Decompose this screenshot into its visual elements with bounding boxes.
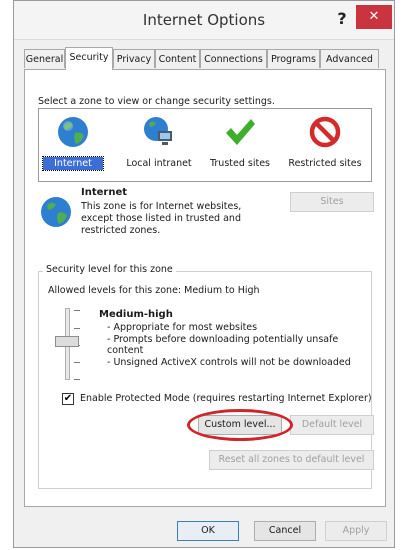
allowed-levels-text: Allowed levels for this zone: Medium to …: [48, 285, 260, 296]
protected-mode-label: Enable Protected Mode (requires restarti…: [80, 393, 372, 404]
slider-tick: [74, 379, 80, 380]
tab-content[interactable]: Content: [155, 49, 200, 68]
slider-tick: [74, 310, 80, 311]
cancel-button[interactable]: Cancel: [254, 521, 316, 541]
level-bullet: - Unsigned ActiveX controls will not be …: [107, 356, 351, 368]
custom-level-button[interactable]: Custom level...: [198, 415, 282, 435]
default-level-button[interactable]: Default level: [290, 415, 374, 435]
apply-button[interactable]: Apply: [325, 521, 387, 541]
globe-icon: [56, 115, 90, 149]
zone-local-intranet[interactable]: Local intranet: [121, 115, 197, 170]
tab-strip: General Security Privacy Content Connect…: [24, 47, 386, 70]
zone-label: Trusted sites: [209, 158, 270, 169]
tab-advanced[interactable]: Advanced: [320, 49, 379, 68]
zone-selector: Internet Local intranet Trusted sites Re…: [38, 108, 372, 182]
title-bar: Internet Options ? ✕: [14, 1, 394, 40]
protected-mode-checkbox[interactable]: ✔: [62, 393, 74, 405]
zone-restricted-sites[interactable]: Restricted sites: [283, 115, 367, 170]
tab-connections[interactable]: Connections: [200, 49, 267, 68]
slider-tick: [74, 328, 80, 329]
security-level-title: Security level for this zone: [43, 264, 176, 275]
zone-instruction: Select a zone to view or change security…: [38, 96, 275, 107]
help-button[interactable]: ?: [332, 9, 352, 29]
tab-security[interactable]: Security: [65, 47, 113, 70]
local-intranet-icon: [142, 115, 176, 149]
security-level-description: - Appropriate for most websites - Prompt…: [107, 322, 357, 368]
zone-label: Restricted sites: [288, 158, 362, 169]
checkmark-icon: [223, 115, 257, 149]
slider-tick: [74, 362, 80, 363]
zone-trusted-sites[interactable]: Trusted sites: [204, 115, 276, 170]
reset-all-zones-button[interactable]: Reset all zones to default level: [209, 450, 374, 470]
tab-general[interactable]: General: [24, 49, 65, 68]
ok-button[interactable]: OK: [177, 521, 239, 541]
prohibited-icon: [308, 115, 342, 149]
level-bullet: - Prompts before downloading potentially…: [107, 333, 339, 357]
security-level-name: Medium-high: [99, 309, 173, 320]
security-tab-panel: Select a zone to view or change security…: [24, 69, 386, 507]
level-bullet: - Appropriate for most websites: [107, 322, 258, 333]
zone-title: Internet: [81, 187, 128, 198]
zone-label: Internet: [42, 156, 104, 171]
sites-button[interactable]: Sites: [290, 192, 374, 212]
internet-options-dialog: Internet Options ? ✕ General Security Pr…: [13, 0, 395, 548]
security-level-slider-thumb[interactable]: [55, 336, 79, 347]
tab-programs[interactable]: Programs: [267, 49, 320, 68]
close-button[interactable]: ✕: [356, 5, 392, 29]
tab-privacy[interactable]: Privacy: [113, 49, 155, 68]
zone-description: This zone is for Internet websites, exce…: [81, 201, 242, 236]
zone-internet[interactable]: Internet: [42, 115, 104, 171]
zone-label: Local intranet: [126, 158, 192, 169]
